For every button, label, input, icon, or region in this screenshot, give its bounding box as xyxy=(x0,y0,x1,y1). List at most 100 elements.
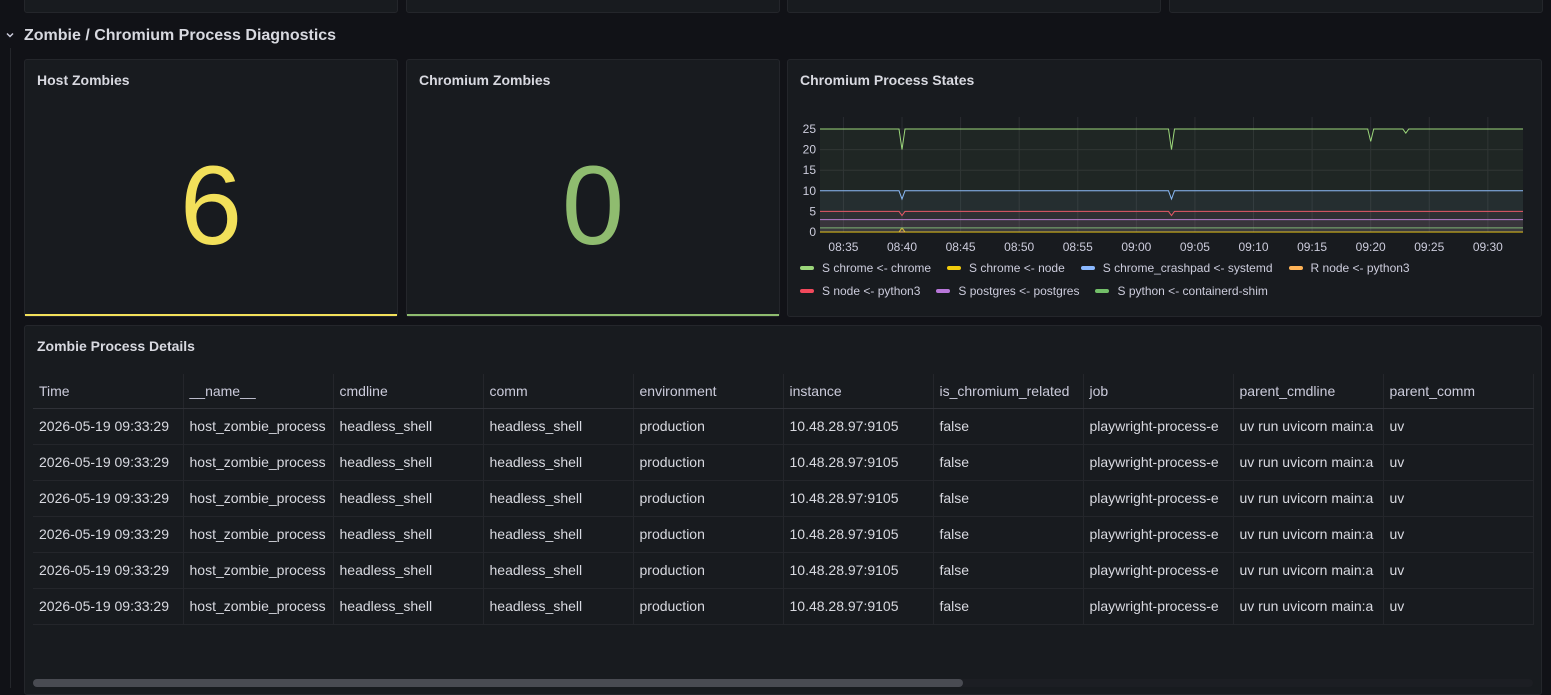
table-cell: headless_shell xyxy=(333,588,484,625)
table-row[interactable]: 2026-05-19 09:33:29 host_zombie_process he… xyxy=(33,516,1534,553)
y-tick-label: 5 xyxy=(809,204,816,218)
legend-item[interactable]: S python <- containerd-shim xyxy=(1095,283,1268,298)
table-row[interactable]: 2026-05-19 09:33:29 host_zombie_process he… xyxy=(33,588,1534,625)
table-cell: production xyxy=(633,444,784,481)
table-cell: uv xyxy=(1383,588,1534,625)
table-cell: 2026-05-19 09:33:29 xyxy=(33,480,184,517)
row-divider xyxy=(10,48,11,688)
host-zombies-panel[interactable]: Host Zombies 6 xyxy=(24,59,398,317)
table-cell: playwright-process-e xyxy=(1083,480,1234,517)
y-tick-label: 25 xyxy=(803,122,817,136)
table-cell: playwright-process-e xyxy=(1083,408,1234,445)
table-cell: false xyxy=(933,552,1084,589)
column-header[interactable]: parent_comm xyxy=(1383,374,1534,409)
legend-label: S chrome <- node xyxy=(969,260,1065,275)
legend-label: S chrome_crashpad <- systemd xyxy=(1102,260,1273,275)
panel-above-1 xyxy=(24,0,398,13)
chromium-zombies-panel[interactable]: Chromium Zombies 0 xyxy=(406,59,780,317)
legend-item[interactable]: S node <- python3 xyxy=(800,283,920,298)
legend-label: R node <- python3 xyxy=(1310,260,1410,275)
table-cell: uv xyxy=(1383,444,1534,481)
table-cell: headless_shell xyxy=(333,516,484,553)
table-cell: headless_shell xyxy=(333,480,484,517)
x-tick-label: 09:00 xyxy=(1121,240,1151,254)
legend-item[interactable]: S chrome <- chrome xyxy=(800,260,931,275)
table-cell: 2026-05-19 09:33:29 xyxy=(33,516,184,553)
table-row[interactable]: 2026-05-19 09:33:29 host_zombie_process he… xyxy=(33,444,1534,481)
column-header[interactable]: cmdline xyxy=(333,374,484,409)
column-header[interactable]: Time xyxy=(33,374,184,409)
table-cell: host_zombie_process xyxy=(183,552,334,589)
chart-legend: S chrome <- chrome S chrome <- node S chro… xyxy=(800,260,1520,298)
column-header[interactable]: instance xyxy=(783,374,934,409)
x-tick-label: 08:40 xyxy=(887,240,917,254)
table-cell: uv xyxy=(1383,516,1534,553)
x-tick-label: 09:25 xyxy=(1414,240,1444,254)
table-cell: playwright-process-e xyxy=(1083,552,1234,589)
stat-sparkline xyxy=(407,314,779,316)
column-header[interactable]: __name__ xyxy=(183,374,334,409)
x-tick-label: 08:55 xyxy=(1063,240,1093,254)
row-title: Zombie / Chromium Process Diagnostics xyxy=(24,27,337,44)
table-cell: playwright-process-e xyxy=(1083,516,1234,553)
panel-title: Zombie Process Details xyxy=(37,338,195,354)
table-row[interactable]: 2026-05-19 09:33:29 host_zombie_process he… xyxy=(33,408,1534,445)
table-cell: 2026-05-19 09:33:29 xyxy=(33,408,184,445)
process-states-panel[interactable]: Chromium Process States 0 5 10 15 20 25 08:35 0… xyxy=(787,59,1542,317)
legend-label: S node <- python3 xyxy=(822,283,921,298)
table-cell: uv run uvicorn main:a xyxy=(1233,552,1384,589)
legend-item[interactable]: R node <- python3 xyxy=(1288,260,1410,275)
chevron-down-icon[interactable] xyxy=(2,30,18,43)
legend-item[interactable]: S chrome_crashpad <- systemd xyxy=(1080,260,1273,275)
table-cell: host_zombie_process xyxy=(183,588,334,625)
table-cell: host_zombie_process xyxy=(183,408,334,445)
horizontal-scrollbar[interactable] xyxy=(33,679,1533,687)
column-header[interactable]: comm xyxy=(483,374,634,409)
column-header[interactable]: environment xyxy=(633,374,784,409)
x-tick-label: 09:15 xyxy=(1297,240,1327,254)
table-body: 2026-05-19 09:33:29 host_zombie_process he… xyxy=(33,408,1534,625)
column-header[interactable]: parent_cmdline xyxy=(1233,374,1384,409)
panel-above-3 xyxy=(787,0,1161,13)
table-row[interactable]: 2026-05-19 09:33:29 host_zombie_process he… xyxy=(33,552,1534,589)
table-cell: headless_shell xyxy=(483,516,634,553)
x-tick-label: 08:50 xyxy=(1004,240,1034,254)
panel-title: Host Zombies xyxy=(37,72,130,88)
legend-swatch xyxy=(1080,265,1095,270)
table-cell: production xyxy=(633,588,784,625)
table-cell: headless_shell xyxy=(483,444,634,481)
table-cell: playwright-process-e xyxy=(1083,444,1234,481)
legend-label: S chrome <- chrome xyxy=(822,260,932,275)
panel-title: Chromium Zombies xyxy=(419,72,551,88)
process-states-chart[interactable]: 0 5 10 15 20 25 08:35 08:40 08:45 08:50 08:55 09:00… xyxy=(788,60,1528,260)
row-header[interactable]: Zombie / Chromium Process Diagnostics xyxy=(0,24,336,48)
table-cell: 10.48.28.97:9105 xyxy=(783,408,934,445)
table-cell: 10.48.28.97:9105 xyxy=(783,588,934,625)
table-cell: uv run uvicorn main:a xyxy=(1233,444,1384,481)
legend-swatch xyxy=(800,265,814,270)
stat-value: 0 xyxy=(561,143,625,268)
column-header[interactable]: is_chromium_related xyxy=(933,374,1084,409)
table-cell: playwright-process-e xyxy=(1083,588,1234,625)
legend-label: S postgres <- postgres xyxy=(958,283,1080,298)
table-row[interactable]: 2026-05-19 09:33:29 host_zombie_process he… xyxy=(33,480,1534,517)
column-header[interactable]: job xyxy=(1083,374,1234,409)
legend-item[interactable]: S chrome <- node xyxy=(947,260,1065,275)
table-cell: uv xyxy=(1383,408,1534,445)
legend-item[interactable]: S postgres <- postgres xyxy=(936,283,1079,298)
table-cell: production xyxy=(633,480,784,517)
y-tick-label: 15 xyxy=(803,163,817,177)
table-cell: 10.48.28.97:9105 xyxy=(783,552,934,589)
table-cell: uv xyxy=(1383,480,1534,517)
table-cell: false xyxy=(933,516,1084,553)
details-panel[interactable]: Zombie Process Details Time __name__ cmdli… xyxy=(24,325,1542,695)
y-tick-label: 0 xyxy=(809,225,816,239)
scrollbar-thumb[interactable] xyxy=(33,679,963,687)
table-cell: headless_shell xyxy=(483,552,634,589)
x-tick-label: 09:10 xyxy=(1239,240,1269,254)
table-cell: 2026-05-19 09:33:29 xyxy=(33,444,184,481)
table-cell: uv run uvicorn main:a xyxy=(1233,588,1384,625)
details-table: Time __name__ cmdline comm environment instan… xyxy=(33,374,1534,625)
table-cell: uv run uvicorn main:a xyxy=(1233,408,1384,445)
table-cell: production xyxy=(633,516,784,553)
